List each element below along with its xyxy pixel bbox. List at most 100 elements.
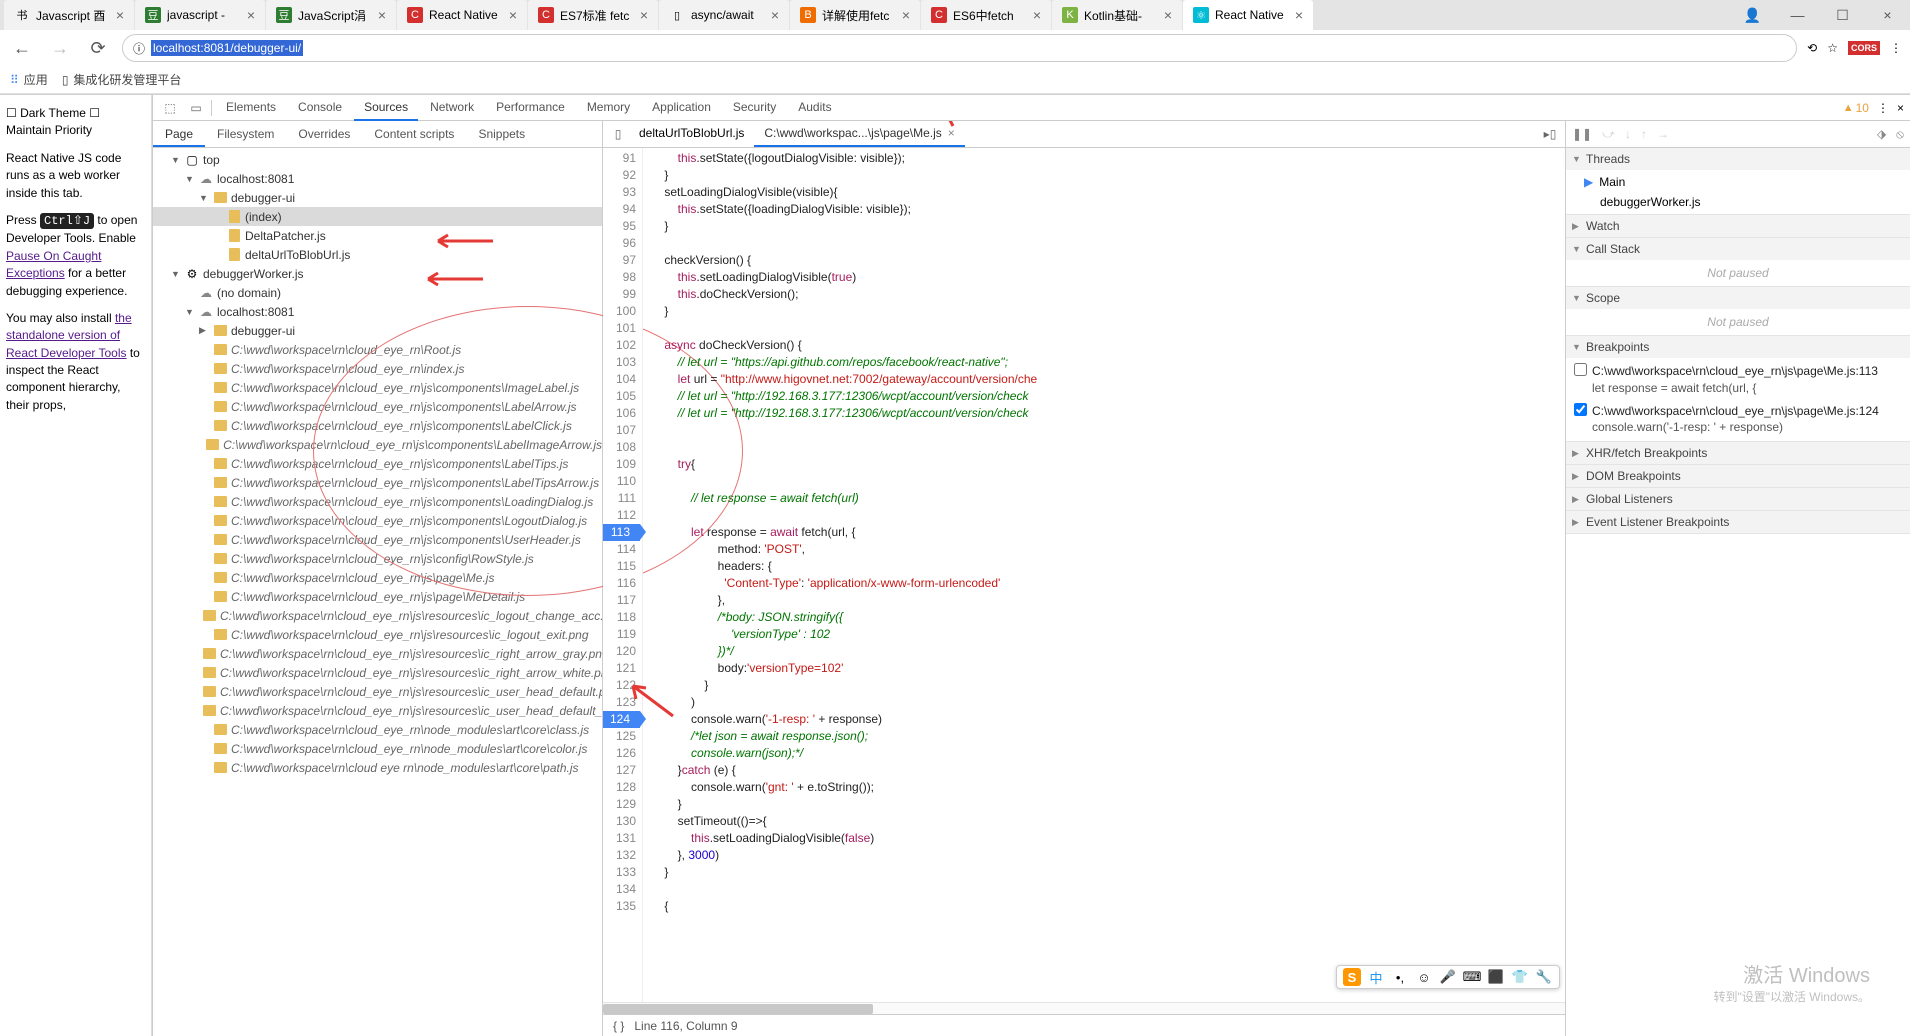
line-number[interactable]: 91: [603, 150, 636, 167]
tree-node[interactable]: C:\wwd\workspace\rn\cloud_eye_rn\node_mo…: [153, 720, 602, 739]
line-number[interactable]: 103: [603, 354, 636, 371]
line-number[interactable]: 123: [603, 694, 636, 711]
code-line[interactable]: this.setLoadingDialogVisible(true): [651, 269, 1565, 286]
browser-tab[interactable]: ▯async/await×: [659, 0, 789, 30]
line-number[interactable]: 117: [603, 592, 636, 609]
translate-icon[interactable]: ⟲: [1807, 41, 1817, 55]
maximize-icon[interactable]: ☐: [1820, 0, 1865, 30]
tree-node[interactable]: C:\wwd\workspace\rn\cloud_eye_rn\js\reso…: [153, 682, 602, 701]
tree-node[interactable]: C:\wwd\workspace\rn\cloud eye rn\node_mo…: [153, 758, 602, 777]
close-tab-icon[interactable]: ×: [509, 7, 517, 23]
panel-section-header[interactable]: ▶Global Listeners: [1566, 488, 1910, 510]
ime-button[interactable]: 中: [1367, 968, 1385, 986]
cors-ext-icon[interactable]: CORS: [1848, 41, 1880, 55]
line-number[interactable]: 126: [603, 745, 636, 762]
line-number[interactable]: 97: [603, 252, 636, 269]
code-line[interactable]: [651, 320, 1565, 337]
code-line[interactable]: console.warn('-1-resp: ' + response): [651, 711, 1565, 728]
code-line[interactable]: }: [651, 864, 1565, 881]
line-number[interactable]: 112: [603, 507, 636, 524]
line-number[interactable]: 131: [603, 830, 636, 847]
line-number[interactable]: 99: [603, 286, 636, 303]
tree-node[interactable]: ▼debugger-ui: [153, 188, 602, 207]
device-toggle-icon[interactable]: ▭: [185, 97, 207, 119]
line-number[interactable]: 92: [603, 167, 636, 184]
line-number[interactable]: 133: [603, 864, 636, 881]
code-line[interactable]: /*body: JSON.stringify({: [651, 609, 1565, 626]
tree-node[interactable]: C:\wwd\workspace\rn\cloud_eye_rn\js\page…: [153, 587, 602, 606]
line-number[interactable]: 128: [603, 779, 636, 796]
line-gutter[interactable]: 9192939495969798991001011021031041051061…: [603, 148, 643, 1002]
close-tab-icon[interactable]: ×: [1295, 7, 1303, 23]
navigator-tab[interactable]: Snippets: [466, 121, 537, 147]
line-number[interactable]: 110: [603, 473, 636, 490]
browser-tab[interactable]: KKotlin基础-×: [1052, 0, 1182, 30]
close-tab-icon[interactable]: ×: [247, 7, 255, 23]
line-number[interactable]: 93: [603, 184, 636, 201]
tree-node[interactable]: C:\wwd\workspace\rn\cloud_eye_rn\js\reso…: [153, 625, 602, 644]
line-number[interactable]: 121: [603, 660, 636, 677]
close-tab-icon[interactable]: ×: [640, 7, 648, 23]
code-line[interactable]: console.warn(json);*/: [651, 745, 1565, 762]
ime-button[interactable]: S: [1343, 968, 1361, 986]
code-line[interactable]: },: [651, 592, 1565, 609]
back-button[interactable]: ←: [8, 34, 36, 62]
tree-node[interactable]: ▼⚙debuggerWorker.js: [153, 264, 602, 283]
user-icon[interactable]: 👤: [1730, 0, 1775, 30]
line-number[interactable]: 113: [603, 524, 640, 541]
tree-node[interactable]: ▶debugger-ui: [153, 321, 602, 340]
panel-section-header[interactable]: ▶DOM Breakpoints: [1566, 465, 1910, 487]
code-line[interactable]: [651, 473, 1565, 490]
tree-node[interactable]: ▼▢top: [153, 150, 602, 169]
line-number[interactable]: 116: [603, 575, 636, 592]
ime-button[interactable]: •,: [1391, 968, 1409, 986]
browser-tab[interactable]: 书Javascript 酉×: [4, 0, 134, 30]
breakpoint-checkbox[interactable]: [1574, 363, 1587, 376]
scope-header[interactable]: ▼Scope: [1566, 287, 1910, 309]
line-number[interactable]: 96: [603, 235, 636, 252]
line-number[interactable]: 122: [603, 677, 636, 694]
ime-toolbar[interactable]: S中•,☺🎤⌨⬛👕🔧: [1336, 965, 1560, 989]
threads-header[interactable]: ▼Threads: [1566, 148, 1910, 170]
code-line[interactable]: // let url = "https://api.github.com/rep…: [651, 354, 1565, 371]
close-editor-tab-icon[interactable]: ×: [948, 126, 955, 140]
browser-tab[interactable]: 豆JavaScript涓×: [266, 0, 396, 30]
breakpoint-checkbox[interactable]: [1574, 403, 1587, 416]
step-into-icon[interactable]: ↓: [1625, 127, 1631, 141]
line-number[interactable]: 127: [603, 762, 636, 779]
panel-section-header[interactable]: ▶Event Listener Breakpoints: [1566, 511, 1910, 533]
code-line[interactable]: {: [651, 898, 1565, 915]
tree-node[interactable]: C:\wwd\workspace\rn\cloud_eye_rn\js\comp…: [153, 416, 602, 435]
line-number[interactable]: 108: [603, 439, 636, 456]
code-line[interactable]: [651, 422, 1565, 439]
inspect-icon[interactable]: ⬚: [159, 97, 181, 119]
tree-node[interactable]: C:\wwd\workspace\rn\cloud_eye_rn\js\comp…: [153, 454, 602, 473]
line-number[interactable]: 105: [603, 388, 636, 405]
code-line[interactable]: this.setState({logoutDialogVisible: visi…: [651, 150, 1565, 167]
devtools-tab[interactable]: Memory: [577, 95, 640, 121]
ime-button[interactable]: ⬛: [1487, 968, 1505, 986]
line-number[interactable]: 98: [603, 269, 636, 286]
watch-header[interactable]: ▶Watch: [1566, 215, 1910, 237]
close-tab-icon[interactable]: ×: [1164, 7, 1172, 23]
line-number[interactable]: 106: [603, 405, 636, 422]
line-number[interactable]: 107: [603, 422, 636, 439]
tree-node[interactable]: C:\wwd\workspace\rn\cloud_eye_rn\node_mo…: [153, 739, 602, 758]
ime-button[interactable]: ⌨: [1463, 968, 1481, 986]
code-line[interactable]: })*/: [651, 643, 1565, 660]
line-number[interactable]: 102: [603, 337, 636, 354]
tree-node[interactable]: ▼☁localhost:8081: [153, 169, 602, 188]
breakpoint-item[interactable]: C:\wwd\workspace\rn\cloud_eye_rn\js\page…: [1570, 360, 1906, 400]
line-number[interactable]: 124: [603, 711, 640, 728]
devtools-tab[interactable]: Performance: [486, 95, 575, 121]
pause-icon[interactable]: ❚❚: [1572, 127, 1592, 141]
more-tabs-icon[interactable]: ▸▯: [1539, 123, 1561, 145]
tree-node[interactable]: deltaUrlToBlobUrl.js: [153, 245, 602, 264]
tree-node[interactable]: C:\wwd\workspace\rn\cloud_eye_rn\js\page…: [153, 568, 602, 587]
breakpoint-item[interactable]: C:\wwd\workspace\rn\cloud_eye_rn\js\page…: [1570, 400, 1906, 440]
code-line[interactable]: headers: {: [651, 558, 1565, 575]
line-number[interactable]: 125: [603, 728, 636, 745]
line-number[interactable]: 95: [603, 218, 636, 235]
code-line[interactable]: 'Content-Type': 'application/x-www-form-…: [651, 575, 1565, 592]
line-number[interactable]: 100: [603, 303, 636, 320]
